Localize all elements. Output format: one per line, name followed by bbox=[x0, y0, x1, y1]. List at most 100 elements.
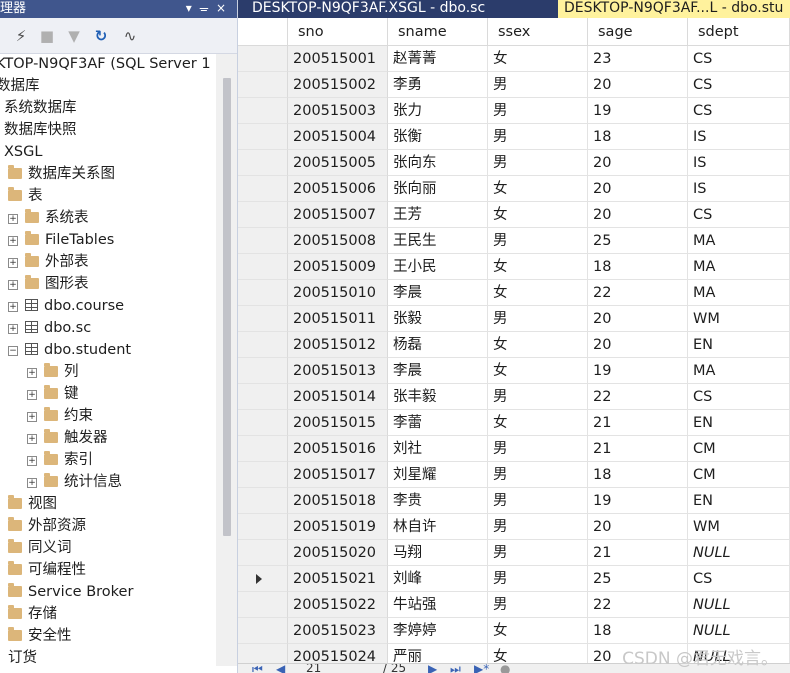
cell-sdept[interactable]: CS bbox=[688, 566, 790, 592]
row-selector[interactable] bbox=[238, 384, 288, 410]
cell-sno[interactable]: 200515014 bbox=[288, 384, 388, 410]
row-selector[interactable] bbox=[238, 566, 288, 592]
cell-sdept[interactable]: MA bbox=[688, 358, 790, 384]
cell-sname[interactable]: 张向丽 bbox=[388, 176, 488, 202]
table-row[interactable]: 200515003 张力男 19 CS bbox=[238, 98, 790, 124]
cell-ssex[interactable]: 女 bbox=[488, 358, 588, 384]
cell-sno[interactable]: 200515012 bbox=[288, 332, 388, 358]
tree-node[interactable]: XSGL bbox=[4, 141, 42, 163]
row-selector[interactable] bbox=[238, 410, 288, 436]
expand-icon[interactable]: + bbox=[8, 280, 18, 290]
cell-ssex[interactable]: 男 bbox=[488, 228, 588, 254]
cell-sdept[interactable]: CS bbox=[688, 202, 790, 228]
tree-node[interactable]: + 统计信息 bbox=[27, 471, 122, 493]
cell-sname[interactable]: 林自许 bbox=[388, 514, 488, 540]
table-row[interactable]: 200515002 李勇男 20 CS bbox=[238, 72, 790, 98]
tree-node[interactable]: 视图 bbox=[8, 493, 57, 515]
cell-ssex[interactable]: 男 bbox=[488, 488, 588, 514]
cell-ssex[interactable]: 男 bbox=[488, 306, 588, 332]
stop-query-icon[interactable]: ● bbox=[500, 664, 510, 673]
table-row[interactable]: 200515015 李蕾女 21 EN bbox=[238, 410, 790, 436]
cell-sname[interactable]: 王芳 bbox=[388, 202, 488, 228]
row-selector[interactable] bbox=[238, 176, 288, 202]
cell-sage[interactable]: 20 bbox=[588, 150, 688, 176]
row-selector[interactable] bbox=[238, 436, 288, 462]
cell-sdept[interactable]: NULL bbox=[688, 618, 790, 644]
cell-ssex[interactable]: 女 bbox=[488, 332, 588, 358]
tree-node[interactable]: + 键 bbox=[27, 383, 79, 405]
table-row[interactable]: 200515005 张向东男 20 IS bbox=[238, 150, 790, 176]
tree-node[interactable]: 存储 bbox=[8, 603, 57, 625]
row-selector[interactable] bbox=[238, 98, 288, 124]
tree-node[interactable]: + 约束 bbox=[27, 405, 93, 427]
cell-sname[interactable]: 李婷婷 bbox=[388, 618, 488, 644]
table-row[interactable]: 200515010 李晨女 22 MA bbox=[238, 280, 790, 306]
cell-sno[interactable]: 200515024 bbox=[288, 644, 388, 663]
current-record-field[interactable]: 21 bbox=[306, 664, 321, 673]
cell-ssex[interactable]: 男 bbox=[488, 124, 588, 150]
cell-sno[interactable]: 200515013 bbox=[288, 358, 388, 384]
tree-node[interactable]: + 图形表 bbox=[8, 273, 89, 295]
new-record-icon[interactable]: ▶* bbox=[474, 664, 489, 673]
table-row[interactable]: 200515001 赵菁菁女 23 CS bbox=[238, 46, 790, 72]
cell-ssex[interactable]: 男 bbox=[488, 150, 588, 176]
cell-sno[interactable]: 200515009 bbox=[288, 254, 388, 280]
cell-sdept[interactable]: WM bbox=[688, 306, 790, 332]
cell-sno[interactable]: 200515023 bbox=[288, 618, 388, 644]
expand-icon[interactable]: + bbox=[27, 434, 37, 444]
cell-ssex[interactable]: 男 bbox=[488, 514, 588, 540]
cell-sage[interactable]: 21 bbox=[588, 540, 688, 566]
table-row[interactable]: 200515009 王小民女 18 MA bbox=[238, 254, 790, 280]
cell-sage[interactable]: 25 bbox=[588, 228, 688, 254]
column-header-sname[interactable]: sname bbox=[388, 18, 488, 46]
cell-sdept[interactable]: IS bbox=[688, 150, 790, 176]
expand-icon[interactable]: + bbox=[8, 236, 18, 246]
grid-corner-cell[interactable] bbox=[238, 18, 288, 46]
cell-sname[interactable]: 牛站强 bbox=[388, 592, 488, 618]
cell-sno[interactable]: 200515004 bbox=[288, 124, 388, 150]
cell-sno[interactable]: 200515018 bbox=[288, 488, 388, 514]
cell-sname[interactable]: 张向东 bbox=[388, 150, 488, 176]
next-record-icon[interactable]: ▶ bbox=[428, 664, 437, 673]
table-row[interactable]: 200515006 张向丽女 20 IS bbox=[238, 176, 790, 202]
cell-sname[interactable]: 王民生 bbox=[388, 228, 488, 254]
cell-ssex[interactable]: 女 bbox=[488, 202, 588, 228]
expand-icon[interactable]: + bbox=[8, 258, 18, 268]
cell-sno[interactable]: 200515016 bbox=[288, 436, 388, 462]
cell-sname[interactable]: 刘星耀 bbox=[388, 462, 488, 488]
table-row[interactable]: 200515008 王民生男 25 MA bbox=[238, 228, 790, 254]
cell-ssex[interactable]: 女 bbox=[488, 410, 588, 436]
cell-sage[interactable]: 22 bbox=[588, 384, 688, 410]
filter-icon[interactable]: ▼ bbox=[64, 26, 84, 46]
table-row[interactable]: 200515014 张丰毅男 22 CS bbox=[238, 384, 790, 410]
column-header-ssex[interactable]: ssex bbox=[488, 18, 588, 46]
tree-node[interactable]: + 列 bbox=[27, 361, 79, 383]
cell-ssex[interactable]: 男 bbox=[488, 592, 588, 618]
tree-node[interactable]: + 系统表 bbox=[8, 207, 89, 229]
cell-sname[interactable]: 李勇 bbox=[388, 72, 488, 98]
close-icon[interactable]: × bbox=[216, 1, 234, 15]
row-selector[interactable] bbox=[238, 228, 288, 254]
row-selector[interactable] bbox=[238, 358, 288, 384]
row-selector[interactable] bbox=[238, 488, 288, 514]
cell-sage[interactable]: 20 bbox=[588, 72, 688, 98]
cell-sage[interactable]: 18 bbox=[588, 254, 688, 280]
cell-sdept[interactable]: CM bbox=[688, 462, 790, 488]
row-selector[interactable] bbox=[238, 202, 288, 228]
cell-sage[interactable]: 20 bbox=[588, 176, 688, 202]
tree-node[interactable]: 订货 bbox=[8, 647, 37, 666]
table-row[interactable]: 200515004 张衡男 18 IS bbox=[238, 124, 790, 150]
row-selector[interactable] bbox=[238, 306, 288, 332]
previous-record-icon[interactable]: ◀ bbox=[276, 664, 285, 673]
cell-sno[interactable]: 200515020 bbox=[288, 540, 388, 566]
table-row[interactable]: 200515007 王芳女 20 CS bbox=[238, 202, 790, 228]
tab-dbo-sc[interactable]: DESKTOP-N9QF3AF.XSGL - dbo.sc bbox=[238, 0, 558, 18]
cell-sname[interactable]: 李晨 bbox=[388, 280, 488, 306]
cell-sdept[interactable]: CS bbox=[688, 384, 790, 410]
tree-node[interactable]: + 索引 bbox=[27, 449, 93, 471]
table-row[interactable]: 200515021 刘峰男 25 CS bbox=[238, 566, 790, 592]
row-selector[interactable] bbox=[238, 150, 288, 176]
cell-sname[interactable]: 张丰毅 bbox=[388, 384, 488, 410]
cell-sname[interactable]: 李蕾 bbox=[388, 410, 488, 436]
expand-icon[interactable]: + bbox=[27, 390, 37, 400]
